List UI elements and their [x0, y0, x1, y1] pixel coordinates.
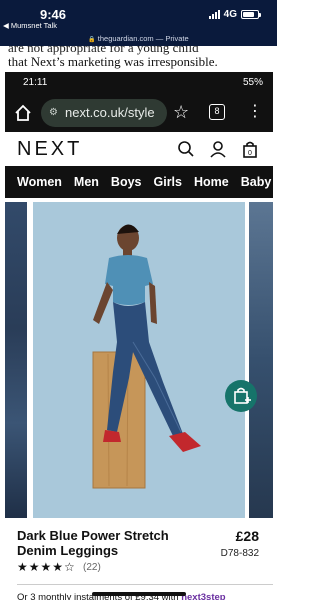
nav-item-girls[interactable]: Girls	[154, 175, 183, 189]
model-illustration	[33, 202, 245, 518]
svg-text:0: 0	[248, 150, 252, 157]
product-price: £28	[235, 528, 259, 544]
url-display[interactable]: 🔒 theguardian.com — Private	[0, 32, 277, 46]
product-code: D78-832	[220, 548, 259, 559]
back-to-app-link[interactable]: ◀ Mumsnet Talk	[0, 20, 277, 32]
article-line: that Next’s marketing was irresponsible.	[8, 54, 218, 69]
home-icon[interactable]	[13, 103, 33, 123]
status-right: 4G	[208, 9, 261, 20]
home-indicator	[92, 592, 186, 596]
product-image-carousel[interactable]	[5, 198, 273, 520]
private-mode-label: — Private	[155, 34, 189, 43]
embedded-screenshot: 21:11 55% ⚙ next.co.uk/style ☆ 8 ⋮ NEXT …	[5, 72, 273, 600]
android-battery: 55%	[242, 77, 263, 88]
article-text: are not appropriate for a young child th…	[0, 46, 277, 72]
add-to-bag-icon	[234, 387, 251, 404]
rating-stars: ★★★★☆	[17, 560, 76, 574]
bag-icon[interactable]: 0	[241, 140, 259, 158]
battery-icon	[241, 10, 261, 19]
nav-item-boys[interactable]: Boys	[111, 175, 142, 189]
url-text: theguardian.com	[97, 34, 154, 43]
rating-count[interactable]: (22)	[83, 562, 101, 573]
lock-icon: 🔒	[88, 37, 96, 43]
divider	[17, 584, 273, 585]
network-label: 4G	[223, 9, 237, 20]
signal-icon	[208, 10, 220, 19]
product-info: Dark Blue Power Stretch Denim Leggings £…	[5, 522, 273, 600]
android-time: 21:11	[23, 77, 48, 88]
browser-toolbar: ⚙ next.co.uk/style ☆ 8 ⋮	[5, 94, 273, 132]
product-photo[interactable]	[33, 202, 245, 518]
product-name[interactable]: Dark Blue Power Stretch Denim Leggings	[17, 528, 177, 558]
add-to-bag-button[interactable]	[225, 380, 257, 412]
nav-item-men[interactable]: Men	[74, 175, 99, 189]
previous-image-peek[interactable]	[5, 202, 27, 518]
account-icon[interactable]	[209, 140, 227, 158]
tabs-icon[interactable]: 8	[209, 104, 225, 120]
android-status-bar: 21:11 55%	[5, 72, 273, 94]
nav-item-home[interactable]: Home	[194, 175, 229, 189]
address-bar[interactable]: ⚙ next.co.uk/style	[41, 99, 167, 127]
address-text: next.co.uk/style	[65, 105, 155, 120]
star-icon[interactable]: ☆	[173, 102, 189, 122]
kebab-icon[interactable]: ⋮	[247, 103, 263, 121]
category-nav: Women Men Boys Girls Home Baby	[5, 166, 273, 198]
nav-item-baby[interactable]: Baby	[241, 175, 272, 189]
next-image-peek[interactable]	[249, 202, 273, 518]
next3step-link[interactable]: next3step	[181, 592, 225, 600]
tune-icon[interactable]: ⚙	[49, 99, 58, 127]
site-logo[interactable]: NEXT	[17, 138, 82, 161]
nav-item-women[interactable]: Women	[17, 175, 62, 189]
search-icon[interactable]	[177, 140, 195, 158]
site-header: NEXT 0	[5, 132, 273, 164]
